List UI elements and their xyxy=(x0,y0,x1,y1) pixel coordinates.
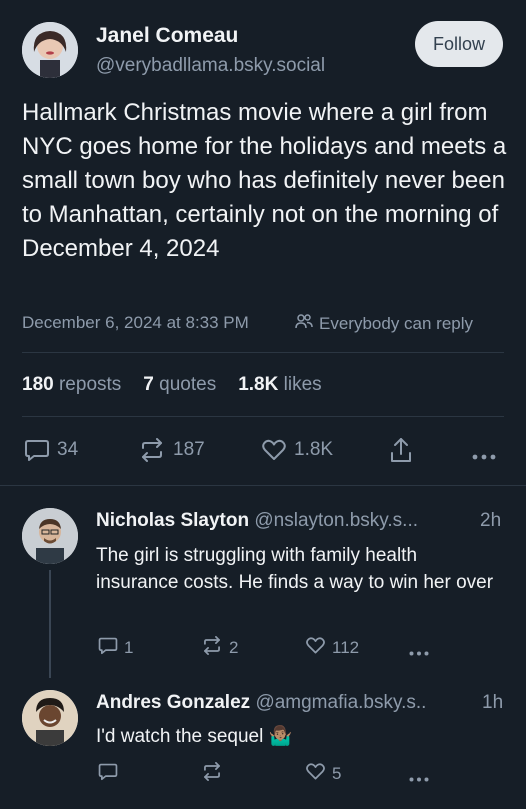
more-icon xyxy=(472,447,496,464)
reposts-stat[interactable]: 180 reposts xyxy=(22,374,121,396)
share-icon xyxy=(389,438,413,468)
reply-avatar[interactable] xyxy=(22,690,78,746)
more-icon xyxy=(409,643,429,660)
reply-text: I'd watch the sequel 🤷🏽‍♂️ xyxy=(96,723,496,750)
reply-repost-button[interactable]: 2 xyxy=(201,635,239,660)
repost-button[interactable]: 187 xyxy=(138,438,205,462)
likes-count: 1.8K xyxy=(238,374,279,395)
like-count: 1.8K xyxy=(294,439,334,460)
reply-like-button[interactable]: 5 xyxy=(305,762,341,786)
reply-repost-count: 2 xyxy=(229,638,239,657)
reply-count: 34 xyxy=(57,439,79,460)
reply-author-handle[interactable]: @amgmafia.bsky.s.. xyxy=(255,692,426,713)
post-timestamp[interactable]: December 6, 2024 at 8:33 PM xyxy=(22,313,249,333)
follow-button[interactable]: Follow xyxy=(415,21,503,67)
heart-icon xyxy=(305,636,326,660)
people-icon xyxy=(295,313,313,334)
author-avatar[interactable] xyxy=(22,22,78,78)
reply-more-button[interactable] xyxy=(409,769,429,787)
reply-more-button[interactable] xyxy=(409,643,429,661)
reply-reply-button[interactable] xyxy=(98,762,124,786)
reply-author-name[interactable]: Nicholas Slayton xyxy=(96,510,249,531)
reply-like-button[interactable]: 112 xyxy=(305,636,359,660)
author-name[interactable]: Janel Comeau xyxy=(96,24,238,48)
reply-age: 1h xyxy=(482,692,504,713)
quotes-label: quotes xyxy=(159,374,217,395)
divider xyxy=(22,416,504,417)
heart-icon xyxy=(261,438,287,462)
reply-like-count: 5 xyxy=(332,764,342,783)
shrug-emoji: 🤷🏽‍♂️ xyxy=(268,726,293,747)
divider xyxy=(22,352,504,353)
reposts-label: reposts xyxy=(58,374,122,395)
repost-icon xyxy=(201,761,223,786)
like-button[interactable]: 1.8K xyxy=(261,438,333,462)
reply-text: The girl is struggling with family healt… xyxy=(96,545,494,593)
reply-icon xyxy=(24,438,50,462)
reply-icon xyxy=(98,636,118,660)
thread-line xyxy=(49,570,51,678)
reply-setting[interactable]: Everybody can reply xyxy=(295,313,473,334)
reply-reply-count: 1 xyxy=(124,638,134,657)
reply-icon xyxy=(98,762,118,786)
share-button[interactable] xyxy=(389,436,413,469)
post-stats: 180 reposts 7 quotes 1.8K likes xyxy=(22,374,322,396)
more-icon xyxy=(409,769,429,786)
author-handle[interactable]: @verybadllama.bsky.social xyxy=(96,55,325,77)
reply-age: 2h xyxy=(480,510,502,531)
quotes-stat[interactable]: 7 quotes xyxy=(143,374,216,396)
quotes-count: 7 xyxy=(143,374,154,395)
reply-author-handle[interactable]: @nslayton.bsky.s... xyxy=(254,510,418,531)
likes-stat[interactable]: 1.8K likes xyxy=(238,374,321,396)
heart-icon xyxy=(305,762,326,786)
likes-label: likes xyxy=(283,374,322,395)
reply-like-count: 112 xyxy=(332,638,360,657)
section-divider xyxy=(0,485,526,486)
reply-avatar[interactable] xyxy=(22,508,78,564)
reply-text-content: I'd watch the sequel xyxy=(96,726,264,747)
reply-author-name[interactable]: Andres Gonzalez xyxy=(96,692,250,713)
repost-icon xyxy=(138,438,166,462)
reply-header: Nicholas Slayton @nslayton.bsky.s... xyxy=(96,510,418,532)
repost-count: 187 xyxy=(173,439,205,460)
reply-button[interactable]: 34 xyxy=(24,438,78,462)
reply-repost-button[interactable] xyxy=(201,761,229,786)
reply-reply-button[interactable]: 1 xyxy=(98,636,133,660)
repost-icon xyxy=(201,635,223,660)
reply-setting-label: Everybody can reply xyxy=(319,313,474,333)
post-text: Hallmark Christmas movie where a girl fr… xyxy=(22,99,507,262)
reposts-count: 180 xyxy=(22,374,54,395)
reply-header: Andres Gonzalez @amgmafia.bsky.s.. xyxy=(96,692,426,714)
more-options-button[interactable] xyxy=(472,447,496,465)
